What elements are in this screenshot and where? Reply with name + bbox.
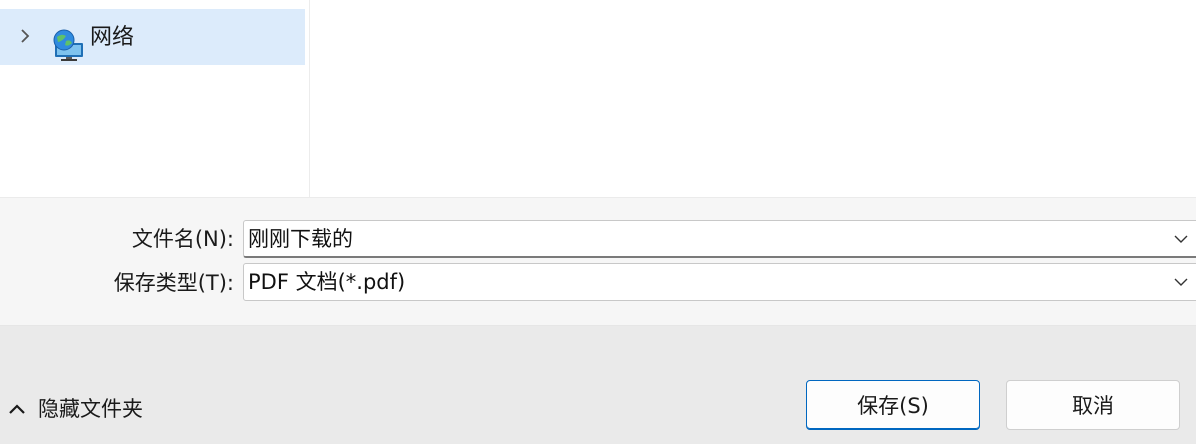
save-form: 文件名(N): 刚刚下载的 保存类型(T): PDF 文档(*.pdf) [0, 197, 1196, 326]
hide-folders-label: 隐藏文件夹 [38, 397, 143, 421]
chevron-down-icon[interactable] [1174, 234, 1188, 244]
filetype-value[interactable]: PDF 文档(*.pdf) [248, 268, 405, 296]
dialog-footer: 隐藏文件夹 保存(S) 取消 [0, 326, 1196, 444]
chevron-down-icon[interactable] [1174, 277, 1188, 287]
chevron-right-icon[interactable] [18, 29, 32, 43]
save-as-dialog: 网络 文件名(N): 刚刚下载的 保存类型(T): PDF 文档(*.pdf) … [0, 0, 1196, 444]
filename-input[interactable]: 刚刚下载的 [243, 220, 1196, 258]
filename-value[interactable]: 刚刚下载的 [248, 225, 353, 253]
file-list-area[interactable] [310, 0, 1196, 197]
cancel-button[interactable]: 取消 [1006, 380, 1180, 430]
network-icon [53, 29, 83, 61]
filetype-select[interactable]: PDF 文档(*.pdf) [243, 263, 1196, 301]
filetype-label: 保存类型(T): [113, 271, 234, 295]
nav-item-label: 网络 [90, 25, 135, 50]
nav-item-network[interactable]: 网络 [0, 9, 305, 65]
save-button[interactable]: 保存(S) [806, 380, 980, 430]
filename-label: 文件名(N): [131, 227, 234, 251]
hide-folders-toggle[interactable]: 隐藏文件夹 [8, 394, 143, 424]
chevron-up-icon [9, 404, 25, 414]
navigation-pane: 网络 [0, 0, 310, 197]
